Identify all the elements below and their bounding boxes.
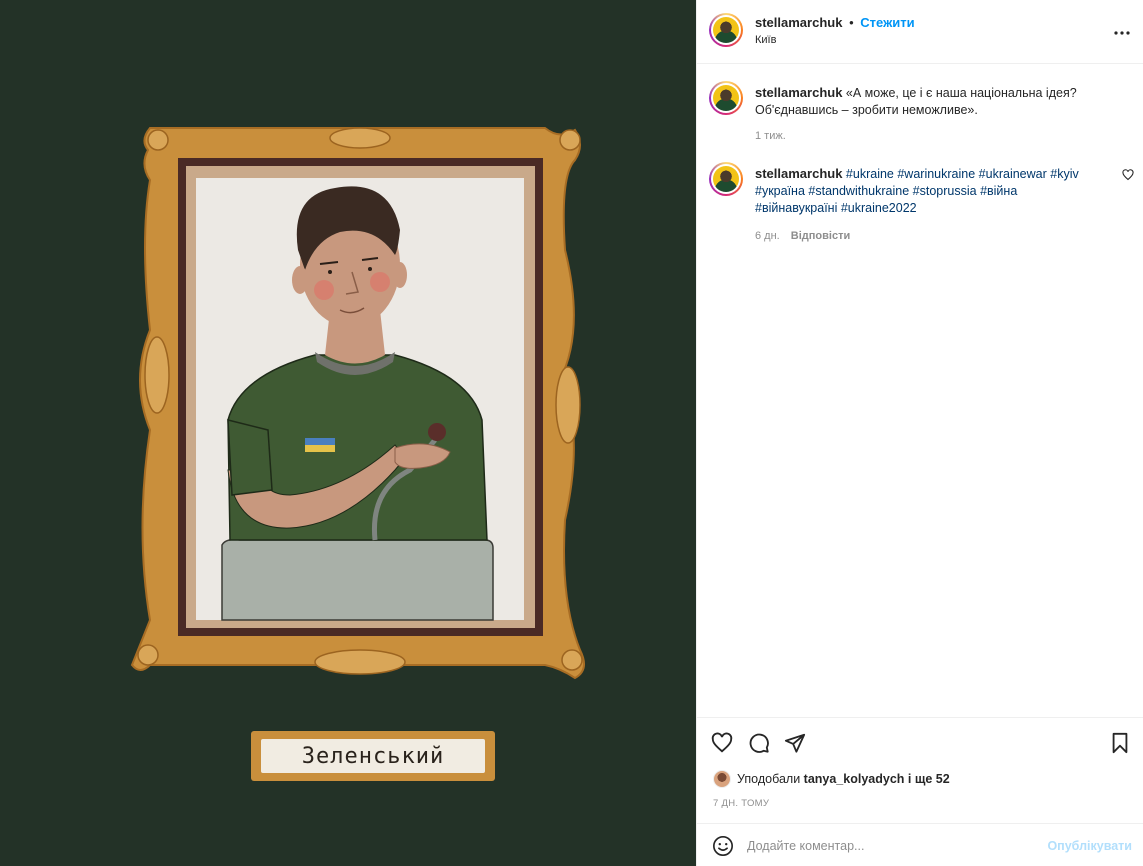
comment-meta: 1 тиж. [755, 130, 786, 142]
separator-dot: • [849, 15, 854, 30]
comment-input[interactable]: Додайте коментар... [747, 839, 864, 853]
reply-button[interactable]: Відповісти [791, 230, 850, 242]
hashtag-link[interactable]: #україна [755, 184, 805, 198]
liked-by-user[interactable]: tanya_kolyadych [804, 772, 905, 786]
hashtag-link[interactable]: #війнавукраїні [755, 201, 837, 215]
add-comment-bar: Додайте коментар... Опублікувати [697, 823, 1143, 866]
comment-like-icon[interactable] [1122, 169, 1134, 184]
bookmark-icon[interactable] [1110, 732, 1130, 757]
hashtag-link[interactable]: #ukraine2022 [841, 201, 917, 215]
comment-time[interactable]: 6 дн. [755, 230, 780, 242]
heart-icon[interactable] [711, 732, 733, 757]
post-header: stellamarchuk • Стежити Київ [697, 0, 1143, 64]
comment-avatar[interactable] [709, 162, 743, 196]
comment-time[interactable]: 1 тиж. [755, 130, 786, 142]
comment-meta: 6 дн. Відповісти [755, 230, 850, 242]
hashtag-link[interactable]: #ukraine [846, 167, 894, 181]
hashtag-link[interactable]: #warinukraine [897, 167, 975, 181]
post-actions: Уподобали tanya_kolyadych і ще 52 7 ДН. … [697, 717, 1143, 817]
follow-button[interactable]: Стежити [860, 15, 914, 30]
author-avatar[interactable] [709, 13, 743, 47]
liked-by-count[interactable]: і ще 52 [908, 772, 950, 786]
post-comment-button[interactable]: Опублікувати [1047, 839, 1132, 853]
post-location[interactable]: Київ [755, 34, 776, 46]
comment-body: stellamarchuk «А може, це і є наша націо… [755, 84, 1095, 119]
post-image[interactable]: Зеленський [0, 0, 696, 866]
author-username[interactable]: stellamarchuk [755, 15, 842, 30]
comment-body: stellamarchuk #ukraine #warinukraine #uk… [755, 165, 1095, 217]
liked-by-prefix: Уподобали [737, 772, 801, 786]
more-horizontal-icon[interactable] [1114, 24, 1130, 35]
comment-avatar[interactable] [709, 81, 743, 115]
send-icon[interactable] [784, 732, 806, 757]
comment-username[interactable]: stellamarchuk [755, 85, 842, 100]
portrait-nameplate: Зеленський [251, 731, 495, 781]
liker-avatar[interactable] [713, 770, 731, 788]
hashtag-link[interactable]: #stoprussia [913, 184, 977, 198]
hashtag-link[interactable]: #kyiv [1050, 167, 1078, 181]
comment-icon[interactable] [748, 732, 770, 757]
post-sidebar: stellamarchuk • Стежити Київ stellamarch… [696, 0, 1143, 866]
nameplate-text: Зеленський [261, 739, 485, 773]
post-timestamp[interactable]: 7 ДН. ТОМУ [713, 798, 769, 809]
comment-username[interactable]: stellamarchuk [755, 166, 842, 181]
hashtag-link[interactable]: #війна [980, 184, 1017, 198]
hashtag-link[interactable]: #standwithukraine [808, 184, 909, 198]
hashtag-link[interactable]: #ukrainewar [979, 167, 1047, 181]
likes-summary: Уподобали tanya_kolyadych і ще 52 [713, 770, 950, 788]
emoji-icon[interactable] [712, 835, 734, 860]
header-line: stellamarchuk • Стежити [755, 15, 915, 30]
